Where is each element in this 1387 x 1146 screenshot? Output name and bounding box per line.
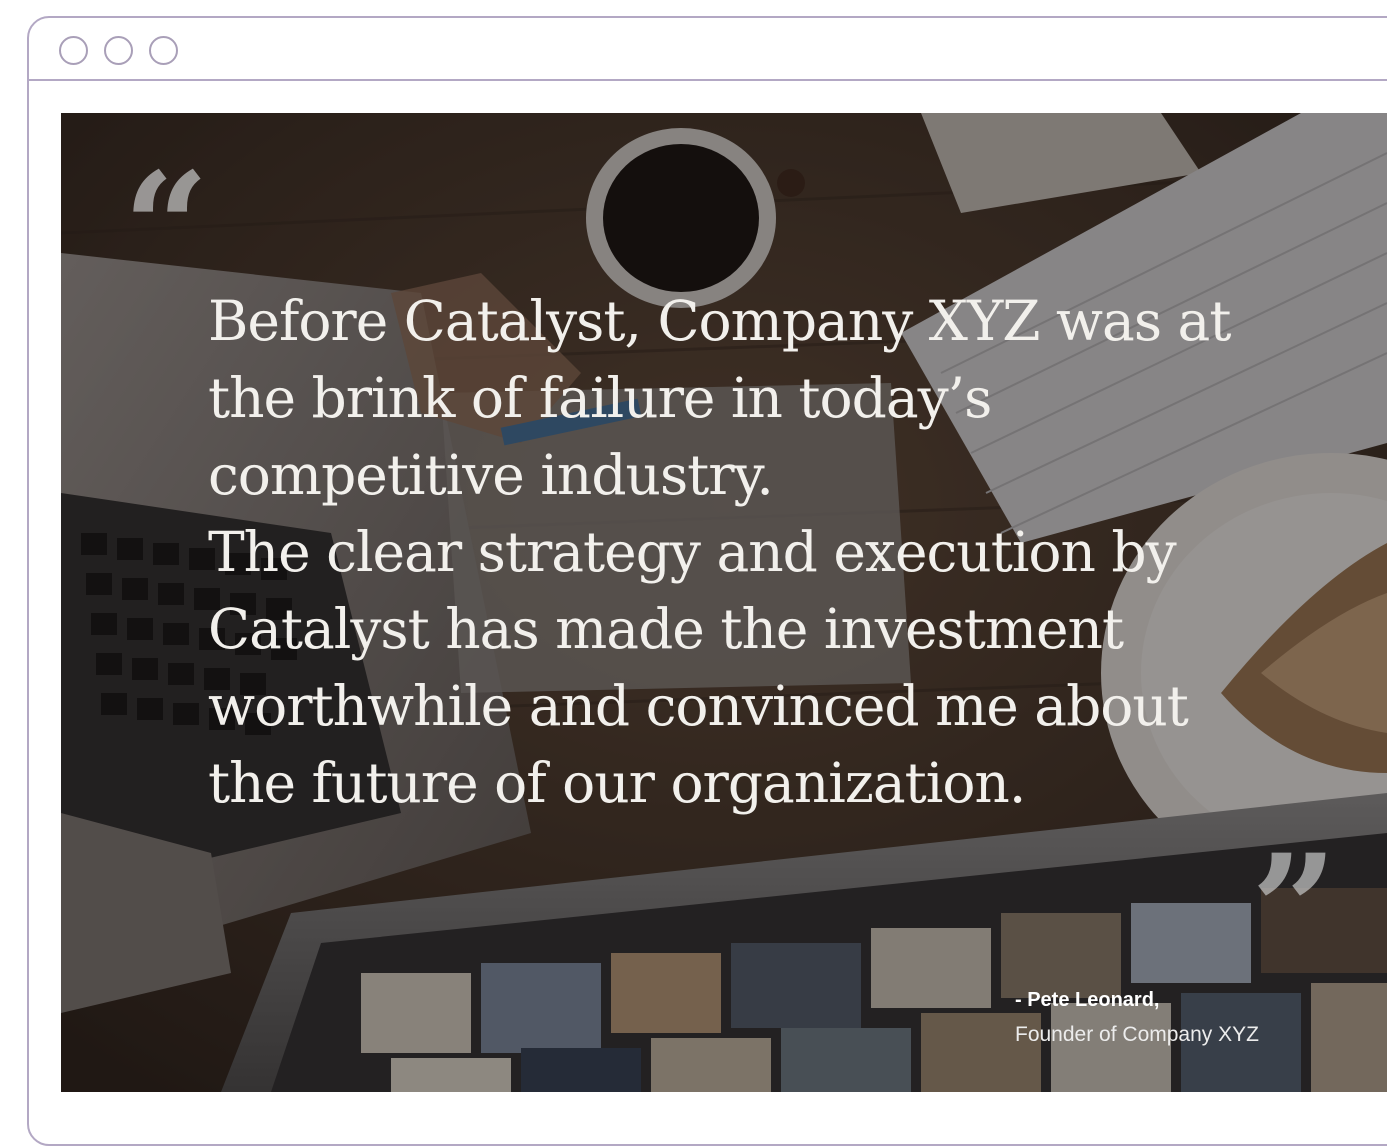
window-control-circle-icon[interactable]	[104, 36, 133, 65]
quote-line: the future of our organization.	[208, 751, 1026, 815]
testimonial-hero: “ Before Catalyst, Company XYZ was at th…	[61, 113, 1387, 1092]
testimonial-quote: Before Catalyst, Company XYZ was at the …	[208, 283, 1248, 822]
author-role: Founder of Company XYZ	[1015, 1023, 1259, 1046]
author-name: - Pete Leonard,	[1015, 989, 1160, 1011]
close-quote-icon: ”	[1251, 822, 1338, 998]
open-quote-icon: “	[123, 140, 210, 316]
quote-line: The clear strategy and execution by	[208, 520, 1177, 584]
testimonial-attribution: - Pete Leonard, Founder of Company XYZ	[1015, 987, 1259, 1049]
quote-line: Catalyst has made the investment	[208, 597, 1124, 661]
title-bar	[29, 18, 1387, 81]
quote-line: the brink of failure in today’s	[208, 366, 992, 430]
quote-line: Before Catalyst, Company XYZ was at	[208, 289, 1231, 353]
window-control-circle-icon[interactable]	[59, 36, 88, 65]
quote-line: competitive industry.	[208, 443, 774, 507]
window-control-circle-icon[interactable]	[149, 36, 178, 65]
quote-line: worthwhile and convinced me about	[208, 674, 1189, 738]
